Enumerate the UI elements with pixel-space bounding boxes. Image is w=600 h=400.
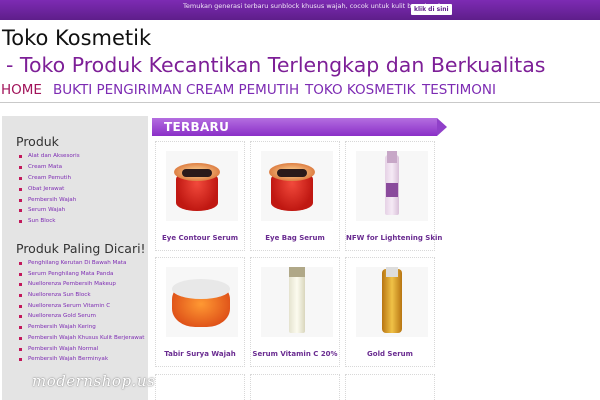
product-image[interactable] (261, 267, 333, 337)
bullet-icon (19, 336, 22, 340)
bullet-icon (19, 358, 22, 362)
popular-item[interactable]: Pembersih Wajah Kering (19, 322, 144, 333)
bullet-icon (19, 347, 22, 351)
popular-item[interactable]: Penghilang Kerutan Di Bawah Mata (19, 258, 144, 269)
bullet-icon (19, 209, 22, 213)
category-item[interactable]: Pembersih Wajah (19, 195, 80, 206)
product-name[interactable]: Gold Serum (346, 350, 434, 358)
promo-text: Temukan generasi terbaru sunblock khusus… (183, 2, 442, 10)
bullet-icon (19, 326, 22, 330)
product-card[interactable]: Tabir Surya Wajah (155, 257, 245, 367)
shop-logo: modernshop.us (32, 372, 156, 390)
category-item[interactable]: Serum Wajah (19, 205, 80, 216)
bullet-icon (19, 294, 22, 298)
popular-item[interactable]: Nuellorenza Gold Serum (19, 311, 144, 322)
product-image[interactable] (166, 267, 238, 337)
promo-bar: Temukan generasi terbaru sunblock khusus… (0, 0, 600, 20)
popular-item[interactable]: Pembersih Wajah Berminyak (19, 354, 144, 365)
product-card[interactable]: Gold Serum (345, 257, 435, 367)
category-item[interactable]: Alat dan Aksesoris (19, 151, 80, 162)
bullet-icon (19, 304, 22, 308)
category-item[interactable]: Cream Pemutih (19, 173, 80, 184)
nav-testimoni[interactable]: TESTIMONI (422, 82, 496, 98)
popular-item[interactable]: Pembersih Wajah Normal (19, 344, 144, 355)
product-card[interactable] (250, 374, 340, 400)
popular-item[interactable]: Nuellorenza Sun Block (19, 290, 144, 301)
product-card[interactable]: Eye Bag Serum (250, 141, 340, 251)
product-name[interactable]: Eye Contour Serum (156, 234, 244, 242)
bullet-icon (19, 262, 22, 265)
product-name[interactable]: Tabir Surya Wajah (156, 350, 244, 358)
section-title: TERBARU (164, 120, 230, 134)
product-image[interactable] (356, 267, 428, 337)
product-card[interactable] (155, 374, 245, 400)
bullet-icon (19, 220, 22, 224)
bullet-icon (19, 165, 22, 169)
nav-home[interactable]: HOME (1, 82, 42, 98)
site-title[interactable]: Toko Kosmetik (2, 26, 151, 50)
bullet-icon (19, 176, 22, 180)
product-name[interactable]: Serum Vitamin C 20% (251, 350, 339, 358)
product-image[interactable] (166, 151, 238, 221)
popular-item[interactable]: Nuellorenza Pembersih Makeup (19, 279, 144, 290)
product-card[interactable] (345, 374, 435, 400)
nav-divider (0, 102, 600, 103)
product-image[interactable] (261, 151, 333, 221)
category-item[interactable]: Sun Block (19, 216, 80, 227)
category-item[interactable]: Cream Mata (19, 162, 80, 173)
product-category-list: Alat dan Aksesoris Cream Mata Cream Pemu… (19, 151, 80, 227)
product-name[interactable]: Eye Bag Serum (251, 234, 339, 242)
bullet-icon (19, 155, 22, 158)
bullet-icon (19, 187, 22, 191)
sidebar: Produk Alat dan Aksesoris Cream Mata Cre… (2, 116, 148, 400)
products-heading: Produk (16, 134, 59, 149)
popular-item[interactable]: Serum Penghilang Mata Panda (19, 269, 144, 280)
bullet-icon (19, 198, 22, 202)
popular-item[interactable]: Nuellorenza Serum Vitamin C (19, 301, 144, 312)
popular-heading: Produk Paling Dicari! (16, 241, 146, 256)
popular-list: Penghilang Kerutan Di Bawah Mata Serum P… (19, 258, 144, 365)
popular-item[interactable]: Pembersih Wajah Khusus Kulit Berjerawat (19, 333, 144, 344)
section-header-arrow-icon (437, 118, 447, 136)
product-card[interactable]: Eye Contour Serum (155, 141, 245, 251)
category-item[interactable]: Obat Jerawat (19, 184, 80, 195)
promo-button[interactable]: klik di sini (411, 4, 452, 15)
bullet-icon (19, 315, 22, 319)
site-tagline: - Toko Produk Kecantikan Terlengkap dan … (6, 53, 546, 77)
product-name[interactable]: NFW for Lightening Skin (346, 234, 442, 242)
nav-toko-kosmetik[interactable]: TOKO KOSMETIK (305, 82, 415, 98)
product-card[interactable]: Serum Vitamin C 20% (250, 257, 340, 367)
bullet-icon (19, 272, 22, 276)
product-card[interactable]: NFW for Lightening Skin (345, 141, 442, 251)
bullet-icon (19, 283, 22, 287)
nav-cream-pemutih[interactable]: CREAM PEMUTIH (186, 82, 299, 98)
nav-bukti-pengiriman[interactable]: BUKTI PENGIRIMAN (53, 82, 182, 98)
product-image[interactable] (356, 151, 428, 221)
